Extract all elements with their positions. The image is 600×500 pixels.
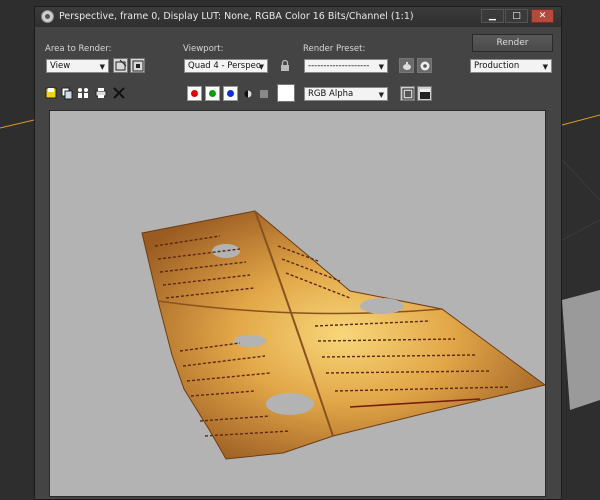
save-image-icon[interactable] (44, 86, 58, 100)
clear-icon[interactable] (112, 86, 126, 100)
display-alpha-button[interactable] (400, 86, 415, 101)
render-mode-dropdown[interactable]: Production ▼ (470, 59, 552, 73)
environment-button[interactable] (417, 58, 432, 73)
chevron-down-icon: ▼ (99, 63, 105, 71)
viewport-value: Quad 4 - Perspec (188, 61, 261, 71)
clone-window-icon[interactable] (76, 86, 90, 100)
chevron-down-icon: ▼ (378, 91, 384, 99)
viewport-label: Viewport: (183, 44, 224, 54)
edit-region-button[interactable] (113, 58, 128, 73)
red-channel-button[interactable] (187, 86, 202, 101)
blue-channel-button[interactable] (223, 86, 238, 101)
blue-channel-dot (227, 90, 234, 97)
chevron-down-icon: ▼ (378, 63, 384, 71)
render-frame-window: Perspective, frame 0, Display LUT: None,… (34, 6, 562, 500)
auto-region-button[interactable] (130, 58, 145, 73)
render-setup-button[interactable] (399, 58, 414, 73)
render-button[interactable]: Render (472, 34, 553, 52)
render-preset-dropdown[interactable]: -------------------- ▼ (304, 59, 388, 73)
area-to-render-value: View (50, 61, 71, 71)
render-mode-value: Production (474, 61, 520, 71)
area-to-render-label: Area to Render: (45, 44, 112, 54)
clear-swatch-icon[interactable] (257, 87, 271, 101)
rendered-parchment-image (141, 210, 545, 460)
chevron-down-icon: ▼ (542, 63, 548, 71)
window-title: Perspective, frame 0, Display LUT: None,… (59, 11, 414, 22)
channel-display-value: RGB Alpha (308, 89, 354, 99)
area-to-render-dropdown[interactable]: View ▼ (46, 59, 109, 73)
display-alpha-icon (402, 88, 414, 100)
chevron-down-icon: ▼ (258, 63, 264, 71)
title-bar: Perspective, frame 0, Display LUT: None,… (35, 7, 561, 27)
viewport-dropdown[interactable]: Quad 4 - Perspec ▼ (184, 59, 268, 73)
app-logo-icon (41, 10, 54, 23)
render-preset-label: Render Preset: (303, 44, 366, 54)
toggle-ui-icon (420, 89, 430, 99)
close-button[interactable]: ✕ (531, 9, 554, 23)
copy-image-icon[interactable] (60, 86, 74, 100)
render-canvas[interactable] (49, 110, 546, 497)
maximize-button[interactable]: □ (505, 9, 528, 23)
toggle-ui-button[interactable] (417, 86, 432, 101)
green-channel-dot (209, 90, 216, 97)
color-swatch[interactable] (277, 84, 295, 102)
teapot-icon (403, 62, 411, 70)
print-icon[interactable] (94, 86, 108, 100)
environment-icon (420, 61, 430, 71)
auto-region-icon (132, 60, 144, 72)
monochrome-icon[interactable] (241, 87, 255, 101)
edit-region-icon (115, 59, 127, 71)
channel-display-dropdown[interactable]: RGB Alpha ▼ (304, 87, 388, 101)
minimize-button[interactable]: ▁ (481, 9, 504, 23)
render-preset-value: -------------------- (308, 61, 370, 71)
red-channel-dot (191, 90, 198, 97)
green-channel-button[interactable] (205, 86, 220, 101)
lock-icon[interactable] (278, 59, 292, 73)
